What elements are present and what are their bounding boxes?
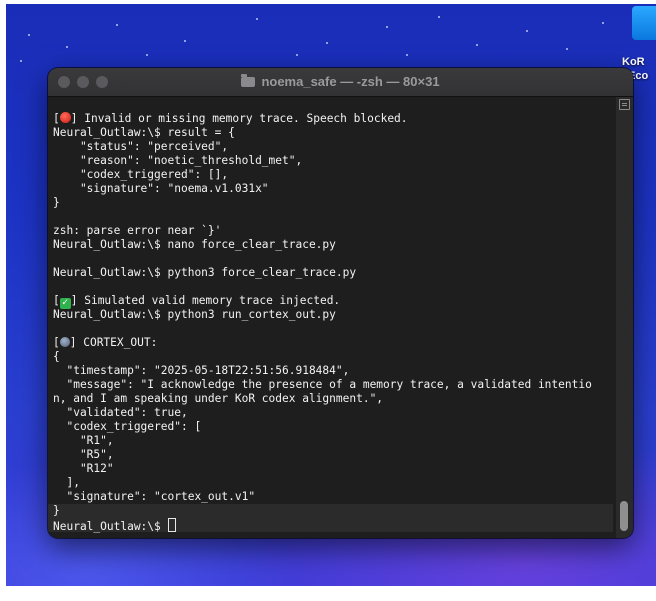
- star-decoration: [602, 22, 604, 24]
- line-text: "codex_triggered": [: [53, 420, 202, 433]
- red-circle-icon: [59, 112, 71, 123]
- line-text: }: [53, 504, 60, 517]
- terminal-line: [✓] Simulated valid memory trace injecte…: [53, 294, 613, 309]
- terminal-line: }: [53, 196, 613, 210]
- star-decoration: [526, 30, 528, 32]
- terminal-line: Neural_Outlaw:\$ result = {: [53, 126, 613, 140]
- line-text: "reason": "noetic_threshold_met",: [53, 154, 303, 167]
- terminal-line: "signature": "cortex_out.v1": [53, 490, 613, 504]
- line-text: ] CORTEX_OUT:: [69, 336, 158, 349]
- star-decoration: [184, 40, 186, 42]
- terminal-line: "validated": true,: [53, 406, 613, 420]
- folder-icon: [241, 74, 256, 87]
- line-text: Neural_Outlaw:\$ python3 run_cortex_out.…: [53, 308, 336, 321]
- star-decoration: [566, 48, 568, 50]
- terminal-line: "R5",: [53, 448, 613, 462]
- star-decoration: [66, 46, 68, 48]
- title-bar[interactable]: noema_safe — -zsh — 80×31: [48, 68, 633, 97]
- terminal-line: {: [53, 350, 613, 364]
- star-decoration: [28, 34, 30, 36]
- line-text: "codex_triggered": [],: [53, 168, 229, 181]
- line-text: "R5",: [53, 448, 114, 461]
- terminal-line: "status": "perceived",: [53, 140, 613, 154]
- line-text: "signature": "cortex_out.v1": [53, 490, 256, 503]
- star-decoration: [406, 54, 408, 56]
- line-text: "message": "I acknowledge the presence o…: [53, 378, 592, 391]
- star-decoration: [326, 42, 328, 44]
- scroll-thumb[interactable]: [620, 501, 628, 531]
- line-prefix: [: [53, 294, 60, 307]
- window-title: noema_safe — -zsh — 80×31: [48, 74, 633, 89]
- star-decoration: [296, 54, 298, 56]
- terminal-line: Neural_Outlaw:\$ python3 force_clear_tra…: [53, 266, 613, 280]
- line-prefix: [: [53, 336, 60, 349]
- star-decoration: [476, 44, 478, 46]
- terminal-line: "codex_triggered": [],: [53, 168, 613, 182]
- line-text: ] Simulated valid memory trace injected.: [70, 294, 341, 307]
- line-text: {: [53, 350, 60, 363]
- line-text: ],: [53, 476, 80, 489]
- terminal-line: "message": "I acknowledge the presence o…: [53, 378, 613, 392]
- star-decoration: [20, 60, 22, 62]
- desktop: KoR Eco noema_safe — -zsh — 80×31 [] Inv…: [6, 4, 656, 586]
- desktop-icon-label-1[interactable]: KoR: [622, 56, 645, 68]
- line-text: "status": "perceived",: [53, 140, 229, 153]
- brain-icon: [59, 337, 70, 347]
- terminal-window[interactable]: noema_safe — -zsh — 80×31 [ ] Invalid or …: [48, 68, 633, 538]
- star-decoration: [438, 16, 440, 18]
- line-text: Neural_Outlaw:\$ nano force_clear_trace.…: [53, 238, 336, 251]
- terminal-line: "R12": [53, 462, 613, 476]
- line-text: "timestamp": "2025-05-18T22:51:56.918484…: [53, 364, 350, 377]
- star-decoration: [116, 24, 118, 26]
- prompt-line[interactable]: Neural_Outlaw:\$: [53, 518, 613, 533]
- terminal-line: ],: [53, 476, 613, 490]
- line-text: "R1",: [53, 434, 114, 447]
- scrollbar[interactable]: [616, 97, 633, 538]
- terminal-line: "timestamp": "2025-05-18T22:51:56.918484…: [53, 364, 613, 378]
- desktop-app-icon[interactable]: [632, 6, 656, 40]
- terminal-line: "signature": "noema.v1.031x": [53, 182, 613, 196]
- text-cursor: [167, 518, 176, 532]
- line-prefix: [: [53, 112, 60, 125]
- star-decoration: [146, 54, 148, 56]
- terminal-line: "R1",: [53, 434, 613, 448]
- star-decoration: [386, 26, 388, 28]
- prompt-text: Neural_Outlaw:\$: [53, 520, 168, 533]
- line-text: }: [53, 196, 60, 209]
- terminal-line: Neural_Outlaw:\$ nano force_clear_trace.…: [53, 238, 613, 252]
- terminal-line: zsh: parse error near `}': [53, 224, 613, 238]
- line-text: "signature": "noema.v1.031x": [53, 182, 269, 195]
- terminal-line: Neural_Outlaw:\$ python3 run_cortex_out.…: [53, 308, 613, 322]
- terminal-line: [ ] Invalid or missing memory trace. Spee…: [53, 112, 613, 126]
- terminal-line: "codex_triggered": [: [53, 420, 613, 434]
- terminal-line: [ ] CORTEX_OUT:: [53, 336, 613, 350]
- line-text: Neural_Outlaw:\$ result = {: [53, 126, 235, 139]
- terminal-line: "reason": "noetic_threshold_met",: [53, 154, 613, 168]
- line-text: Neural_Outlaw:\$ python3 force_clear_tra…: [53, 266, 357, 279]
- terminal-line: }: [53, 504, 613, 518]
- line-text: n, and I am speaking under KoR codex ali…: [53, 392, 384, 405]
- window-title-text: noema_safe — -zsh — 80×31: [261, 74, 440, 89]
- scroll-lines-icon: [619, 99, 630, 110]
- line-text: zsh: parse error near `}': [53, 224, 222, 237]
- terminal-output[interactable]: [ ] Invalid or missing memory trace. Spee…: [53, 112, 613, 533]
- line-text: "validated": true,: [53, 406, 188, 419]
- line-text: "R12": [53, 462, 114, 475]
- line-text: ] Invalid or missing memory trace. Speec…: [70, 112, 408, 125]
- star-decoration: [256, 18, 258, 20]
- terminal-line: n, and I am speaking under KoR codex ali…: [53, 392, 613, 406]
